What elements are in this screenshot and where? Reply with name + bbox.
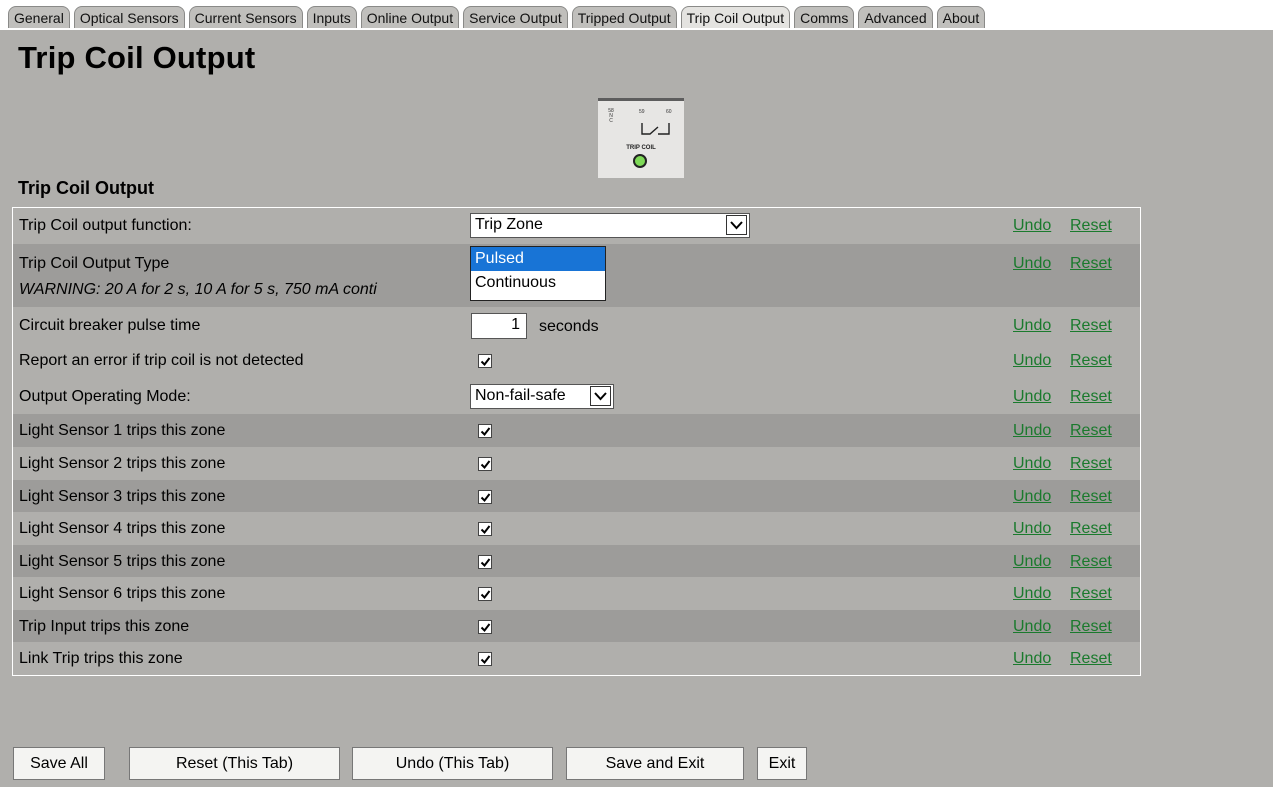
tab-inputs[interactable]: Inputs xyxy=(306,6,357,28)
check-row-label: Light Sensor 3 trips this zone xyxy=(19,488,226,505)
reset-link[interactable]: Reset xyxy=(1070,455,1112,473)
chevron-down-icon[interactable] xyxy=(726,215,747,235)
light-sensor-4-checkbox[interactable] xyxy=(478,522,492,536)
undo-tab-button[interactable]: Undo (This Tab) xyxy=(352,747,553,780)
trip-input-checkbox[interactable] xyxy=(478,620,492,634)
pulse-time-unit: seconds xyxy=(539,318,599,335)
row-pulse-time: Circuit breaker pulse time 1 seconds Und… xyxy=(13,307,1140,343)
reset-link[interactable]: Reset xyxy=(1070,422,1112,440)
row-operating-mode: Output Operating Mode: Non-fail-safe Und… xyxy=(13,377,1140,414)
reset-link[interactable]: Reset xyxy=(1070,553,1112,571)
tab-trip-coil-output[interactable]: Trip Coil Output xyxy=(680,6,791,28)
light-sensor-3-checkbox[interactable] xyxy=(478,490,492,504)
row-detect-error: Report an error if trip coil is not dete… xyxy=(13,343,1140,377)
link-trip-checkbox[interactable] xyxy=(478,652,492,666)
option-pulsed[interactable]: Pulsed xyxy=(471,247,605,271)
reset-link[interactable]: Reset xyxy=(1070,388,1112,406)
tab-comms[interactable]: Comms xyxy=(794,6,855,28)
row-output-function: Trip Coil output function: Trip Zone Und… xyxy=(13,208,1140,244)
exit-button[interactable]: Exit xyxy=(757,747,807,780)
tab-service-output[interactable]: Service Output xyxy=(463,6,568,28)
detect-error-checkbox[interactable] xyxy=(478,354,492,368)
output-function-label: Trip Coil output function: xyxy=(19,217,192,234)
reset-link[interactable]: Reset xyxy=(1070,217,1112,235)
reset-link[interactable]: Reset xyxy=(1070,317,1112,335)
tab-advanced[interactable]: Advanced xyxy=(858,6,933,28)
row-light-sensor-5: Light Sensor 5 trips this zone Undo Rese… xyxy=(13,545,1140,577)
light-sensor-5-checkbox[interactable] xyxy=(478,555,492,569)
output-type-dropdown-list: Pulsed Continuous xyxy=(470,246,606,301)
output-function-select[interactable]: Trip Zone xyxy=(470,213,750,238)
save-and-exit-button[interactable]: Save and Exit xyxy=(566,747,744,780)
check-row-label: Light Sensor 5 trips this zone xyxy=(19,553,226,570)
undo-link[interactable]: Undo xyxy=(1013,455,1051,473)
operating-mode-value: Non-fail-safe xyxy=(475,387,566,404)
undo-link[interactable]: Undo xyxy=(1013,553,1051,571)
light-sensor-1-checkbox[interactable] xyxy=(478,424,492,438)
tab-list: General Optical Sensors Current Sensors … xyxy=(8,6,986,28)
reset-link[interactable]: Reset xyxy=(1070,585,1112,603)
reset-link[interactable]: Reset xyxy=(1070,520,1112,538)
reset-link[interactable]: Reset xyxy=(1070,618,1112,636)
light-sensor-2-checkbox[interactable] xyxy=(478,457,492,471)
undo-link[interactable]: Undo xyxy=(1013,255,1051,273)
trip-coil-label: TRIP COIL xyxy=(626,145,656,151)
operating-mode-select[interactable]: Non-fail-safe xyxy=(470,384,614,409)
output-type-label: Trip Coil Output Type xyxy=(19,255,170,272)
row-link-trip: Link Trip trips this zone Undo Reset xyxy=(13,642,1140,675)
undo-link[interactable]: Undo xyxy=(1013,650,1051,668)
undo-link[interactable]: Undo xyxy=(1013,422,1051,440)
undo-link[interactable]: Undo xyxy=(1013,317,1051,335)
row-light-sensor-1: Light Sensor 1 trips this zone Undo Rese… xyxy=(13,414,1140,447)
check-row-label: Link Trip trips this zone xyxy=(19,650,183,667)
operating-mode-label: Output Operating Mode: xyxy=(19,388,191,405)
check-row-label: Light Sensor 6 trips this zone xyxy=(19,585,226,602)
row-light-sensor-2: Light Sensor 2 trips this zone Undo Rese… xyxy=(13,447,1140,480)
tab-tripped-output[interactable]: Tripped Output xyxy=(571,6,677,28)
check-row-label: Trip Input trips this zone xyxy=(19,618,190,635)
tab-general[interactable]: General xyxy=(8,6,70,28)
chevron-down-icon[interactable] xyxy=(590,386,611,406)
reset-link[interactable]: Reset xyxy=(1070,650,1112,668)
row-light-sensor-4: Light Sensor 4 trips this zone Undo Rese… xyxy=(13,512,1140,545)
undo-link[interactable]: Undo xyxy=(1013,217,1051,235)
output-type-warning: WARNING: 20 A for 2 s, 10 A for 5 s, 750… xyxy=(19,281,377,298)
check-row-label: Light Sensor 1 trips this zone xyxy=(19,422,226,439)
section-title: Trip Coil Output xyxy=(18,178,154,198)
tab-online-output[interactable]: Online Output xyxy=(360,6,460,28)
pulse-time-label: Circuit breaker pulse time xyxy=(19,317,201,334)
light-sensor-6-checkbox[interactable] xyxy=(478,587,492,601)
tab-about[interactable]: About xyxy=(936,6,986,28)
undo-link[interactable]: Undo xyxy=(1013,488,1051,506)
reset-link[interactable]: Reset xyxy=(1070,488,1112,506)
reset-link[interactable]: Reset xyxy=(1070,255,1112,273)
reset-tab-button[interactable]: Reset (This Tab) xyxy=(129,747,340,780)
check-row-label: Light Sensor 2 trips this zone xyxy=(19,455,226,472)
undo-link[interactable]: Undo xyxy=(1013,585,1051,603)
row-light-sensor-6: Light Sensor 6 trips this zone Undo Rese… xyxy=(13,577,1140,610)
output-function-value: Trip Zone xyxy=(475,216,543,233)
pulse-time-input[interactable]: 1 xyxy=(471,313,527,339)
row-light-sensor-3: Light Sensor 3 trips this zone Undo Rese… xyxy=(13,480,1140,512)
undo-link[interactable]: Undo xyxy=(1013,388,1051,406)
tab-bar: General Optical Sensors Current Sensors … xyxy=(0,0,1273,30)
relay-contact-icon xyxy=(641,123,670,135)
tab-current-sensors[interactable]: Current Sensors xyxy=(188,6,303,28)
tab-optical-sensors[interactable]: Optical Sensors xyxy=(73,6,185,28)
trip-coil-device-image: 58 N C 59 60 TRIP COIL xyxy=(598,98,684,178)
undo-link[interactable]: Undo xyxy=(1013,352,1051,370)
page-title: Trip Coil Output xyxy=(18,40,256,75)
reset-link[interactable]: Reset xyxy=(1070,352,1112,370)
save-all-button[interactable]: Save All xyxy=(13,747,105,780)
detect-error-label: Report an error if trip coil is not dete… xyxy=(19,352,304,369)
undo-link[interactable]: Undo xyxy=(1013,520,1051,538)
undo-link[interactable]: Undo xyxy=(1013,618,1051,636)
check-row-label: Light Sensor 4 trips this zone xyxy=(19,520,226,537)
option-continuous[interactable]: Continuous xyxy=(471,271,605,295)
row-trip-input: Trip Input trips this zone Undo Reset xyxy=(13,610,1140,642)
status-led-icon xyxy=(633,154,647,168)
